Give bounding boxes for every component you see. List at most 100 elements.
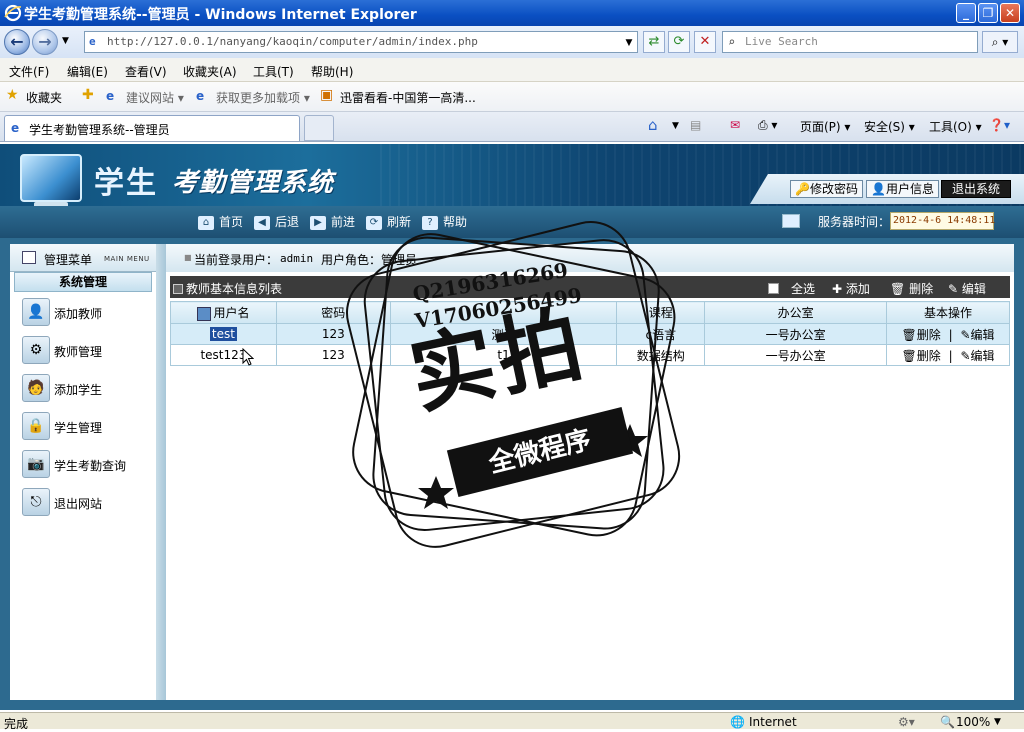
computer-monitor-icon (20, 154, 82, 202)
forward-arrow-icon[interactable]: → (32, 29, 58, 55)
help-icon[interactable]: ❓▾ (989, 118, 1010, 132)
row-edit-link[interactable]: ✎编辑 (960, 349, 994, 363)
change-password-button[interactable]: 🔑修改密码 (790, 180, 863, 198)
sidebar-subtitle: MAIN MENU (104, 255, 150, 263)
header-course[interactable]: 课程 (616, 301, 706, 324)
select-all-checkbox[interactable]: 全选 (768, 280, 815, 297)
xunlei-icon: ▣ (320, 87, 334, 103)
user-info-button[interactable]: 👤用户信息 (866, 180, 939, 198)
zoom-level[interactable]: 100% (956, 715, 990, 729)
cell-username: test (170, 323, 277, 345)
table-row[interactable]: test 123 测试 c语言 一号办公室 🗑删除 | ✎编辑 (170, 323, 1010, 345)
gear-icon: ⚙ (22, 336, 50, 364)
help-button[interactable]: ? 帮助 (422, 213, 467, 230)
current-user-label: 当前登录用户： (194, 253, 279, 267)
address-input[interactable]: e http://127.0.0.1/nanyang/kaoqin/comput… (84, 31, 638, 53)
delete-button[interactable]: 🗑 删除 (890, 280, 933, 297)
safety-menu[interactable]: 安全(S) ▾ (864, 118, 915, 135)
home-icon: ⌂ (198, 215, 214, 230)
menu-help[interactable]: 帮助(H) (311, 63, 353, 80)
role-value: 管理员 (381, 253, 418, 267)
panel-title: 教师基本信息列表 (173, 280, 282, 297)
cell-password: 123 (275, 323, 391, 345)
cell-password: 123 (275, 344, 391, 366)
menu-view[interactable]: 查看(V) (125, 63, 167, 80)
mail-icon[interactable]: ✉ (730, 118, 740, 132)
zoom-dropdown-icon[interactable]: ▼ (994, 717, 1001, 727)
home-button[interactable]: ⌂ 首页 (198, 213, 243, 230)
feeds-icon[interactable]: ▤ (690, 118, 701, 132)
fav-get-addons[interactable]: 获取更多加载项 ▾ (216, 89, 310, 106)
help-icon: ? (422, 215, 438, 230)
table-row[interactable]: test123 123 t1 数据结构 一号办公室 🗑删除 | ✎编辑 (170, 344, 1010, 366)
search-button[interactable]: ⌕ ▾ (982, 31, 1018, 53)
mouse-cursor-icon (242, 348, 254, 366)
print-icon[interactable]: ⎙ ▾ (758, 118, 777, 133)
status-text: 完成 (4, 717, 29, 731)
ie-logo-icon (4, 4, 22, 22)
tab-title: 学生考勤管理系统--管理员 (29, 123, 170, 137)
content-header: ■ 当前登录用户： admin 用户角色： 管理员 (166, 244, 1014, 272)
address-dropdown-icon[interactable]: ▼ (622, 33, 636, 51)
camera-icon: 📷 (22, 450, 50, 478)
menu-favorites[interactable]: 收藏夹(A) (183, 63, 237, 80)
add-button[interactable]: ✚ 添加 (832, 280, 870, 297)
server-time-label: 服务器时间： (818, 215, 891, 229)
sidebar-section-title: 系统管理 (14, 272, 152, 292)
menu-file[interactable]: 文件(F) (9, 63, 49, 80)
row-delete-link[interactable]: 🗑删除 (902, 328, 941, 342)
refresh-icon[interactable]: ⟳ (668, 31, 690, 53)
ie-page-icon: e (106, 89, 115, 103)
back-arrow-icon[interactable]: ← (4, 29, 30, 55)
row-edit-link[interactable]: ✎编辑 (960, 328, 994, 342)
compatibility-icon[interactable]: ⇄ (643, 31, 665, 53)
header-office[interactable]: 办公室 (704, 301, 888, 324)
frame-splitter[interactable] (156, 244, 166, 700)
menu-edit[interactable]: 编辑(E) (67, 63, 108, 80)
menu-tools[interactable]: 工具(T) (253, 63, 294, 80)
server-icon (782, 214, 800, 228)
stop-icon[interactable]: ✕ (694, 31, 716, 53)
list-panel-header: 教师基本信息列表 全选 ✚ 添加 🗑 删除 ✎ 编辑 (170, 276, 1010, 298)
search-icon: ⌕ (728, 35, 736, 49)
forward-button[interactable]: ▶ 前进 (310, 213, 355, 230)
teacher-table: 用户名 密码 课程 办公室 基本操作 test 123 测试 c语言 一号办公室… (170, 301, 1010, 366)
favorites-button[interactable]: 收藏夹 (26, 89, 62, 106)
cell-office: 一号办公室 (704, 344, 888, 366)
search-input[interactable]: ⌕ Live Search (722, 31, 978, 53)
home-icon[interactable]: ⌂ (648, 116, 658, 134)
page-menu[interactable]: 页面(P) ▾ (800, 118, 850, 135)
forward-icon: ▶ (310, 215, 326, 230)
add-favorite-icon[interactable]: ✚ (82, 87, 94, 103)
favorites-star-icon: ★ (6, 87, 19, 103)
history-dropdown-icon[interactable]: ▼ (62, 36, 69, 46)
role-label: 用户角色： (321, 253, 382, 267)
sidebar-title: 管理菜单 (44, 253, 93, 267)
protected-mode-icon[interactable]: ⚙▾ (898, 715, 915, 729)
cell-username: test123 (170, 344, 277, 366)
lock-icon: 🔒 (22, 412, 50, 440)
tools-menu[interactable]: 工具(O) ▾ (929, 118, 982, 135)
fav-xunlei[interactable]: 迅雷看看-中国第一高清... (340, 89, 476, 106)
favorites-bar: ★ 收藏夹 ✚ e 建议网站 ▾ e 获取更多加载项 ▾ ▣ 迅雷看看-中国第一… (0, 82, 1024, 112)
zoom-icon[interactable]: 🔍 (940, 715, 955, 729)
app-title: 考勤管理系统 (172, 168, 335, 198)
window-title-bar: 学生考勤管理系统--管理员 - Windows Internet Explore… (0, 0, 1024, 26)
home-dropdown-icon[interactable]: ▼ (672, 121, 679, 131)
bullet-icon: ■ (184, 253, 192, 262)
fav-suggested-sites[interactable]: 建议网站 ▾ (126, 89, 184, 106)
refresh-button[interactable]: ⟳ 刷新 (366, 213, 411, 230)
edit-button[interactable]: ✎ 编辑 (948, 280, 986, 297)
minimize-button[interactable]: _ (956, 3, 976, 23)
tab-page-icon: e (11, 121, 20, 135)
new-tab-button[interactable] (304, 115, 334, 141)
logout-button[interactable]: 退出系统 (941, 180, 1012, 198)
header-username[interactable]: 用户名 (170, 301, 277, 324)
back-button[interactable]: ◀ 后退 (254, 213, 299, 230)
row-delete-link[interactable]: 🗑删除 (902, 349, 941, 363)
maximize-button[interactable]: ❐ (978, 3, 998, 23)
browser-tab-active[interactable]: e 学生考勤管理系统--管理员 (4, 115, 300, 141)
cell-course: c语言 (616, 323, 706, 345)
header-password[interactable]: 密码 (275, 301, 391, 324)
close-window-button[interactable]: ✕ (1000, 3, 1020, 23)
